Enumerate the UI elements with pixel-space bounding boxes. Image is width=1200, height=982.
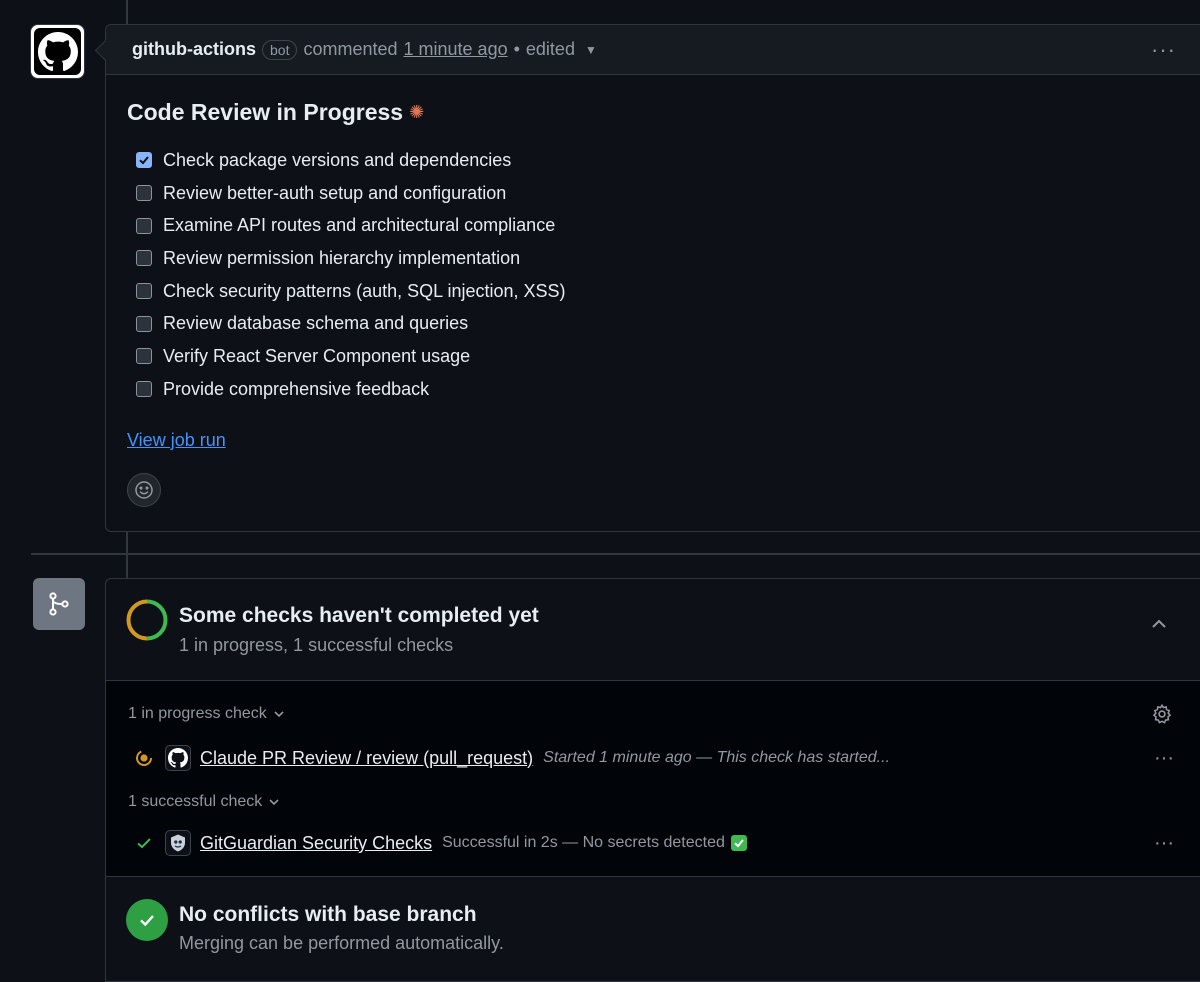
github-app-icon bbox=[165, 745, 191, 771]
merge-status-title: No conflicts with base branch bbox=[179, 903, 477, 926]
task-checkbox[interactable] bbox=[136, 217, 152, 234]
task-label: Review better-auth setup and configurati… bbox=[163, 182, 507, 203]
successful-check-name[interactable]: GitGuardian Security Checks bbox=[200, 833, 432, 854]
chevron-down-icon bbox=[274, 711, 284, 718]
sparkle-icon: ✺ bbox=[409, 102, 425, 122]
comment-options-kebab-icon[interactable]: ··· bbox=[1151, 37, 1176, 63]
successful-check-description: Successful in 2s — No secrets detected bbox=[442, 834, 748, 852]
task-label: Verify React Server Component usage bbox=[163, 345, 471, 366]
checks-subtitle: 1 in progress, 1 successful checks bbox=[179, 635, 454, 655]
in-progress-check-description: Started 1 minute ago — This check has st… bbox=[543, 749, 890, 766]
task-label: Examine API routes and architectural com… bbox=[163, 215, 556, 236]
in-progress-check-kebab-icon[interactable]: ··· bbox=[1154, 747, 1174, 770]
add-reaction-smiley-icon[interactable] bbox=[127, 472, 161, 507]
bot-badge: bot bbox=[262, 39, 298, 60]
gitguardian-app-icon bbox=[165, 830, 191, 856]
task-label: Check package versions and dependencies bbox=[163, 149, 512, 170]
in-progress-check-name[interactable]: Claude PR Review / review (pull_request) bbox=[200, 748, 533, 769]
comment-body: Code Review in Progress ✺ Check package … bbox=[106, 75, 1200, 507]
task-checkbox[interactable] bbox=[136, 250, 152, 267]
timeline-line-bottom bbox=[126, 555, 128, 578]
gear-icon[interactable] bbox=[1151, 703, 1173, 725]
task-checkbox[interactable] bbox=[136, 348, 152, 365]
task-item: Check package versions and dependencies bbox=[136, 144, 1200, 177]
comment-header: github-actions bot commented 1 minute ag… bbox=[106, 25, 1200, 75]
task-item: Verify React Server Component usage bbox=[136, 340, 1200, 373]
success-check-icon bbox=[134, 834, 154, 852]
task-checkbox[interactable] bbox=[136, 381, 152, 398]
task-item: Review better-auth setup and configurati… bbox=[136, 177, 1200, 210]
comment-action: commented bbox=[303, 39, 398, 59]
task-checkbox[interactable] bbox=[136, 152, 152, 169]
merge-status-subtitle: Merging can be performed automatically. bbox=[179, 933, 504, 953]
github-logo-icon bbox=[34, 28, 81, 75]
task-label: Review database schema and queries bbox=[163, 313, 469, 334]
checks-summary: Some checks haven't completed yet 1 in p… bbox=[106, 579, 1200, 681]
in-progress-group-label: 1 in progress check bbox=[128, 705, 267, 722]
comment-title-text: Code Review in Progress bbox=[127, 99, 404, 125]
header-separator: • bbox=[513, 39, 520, 59]
task-item: Review permission hierarchy implementati… bbox=[136, 242, 1200, 275]
task-item: Check security patterns (auth, SQL injec… bbox=[136, 275, 1200, 308]
chevron-down-icon bbox=[269, 799, 279, 806]
checks-status-ring-icon bbox=[126, 599, 168, 641]
task-checkbox[interactable] bbox=[136, 283, 152, 300]
successful-check-description-text: Successful in 2s — No secrets detected bbox=[442, 834, 725, 851]
task-checkbox[interactable] bbox=[136, 315, 152, 332]
checks-list: 1 in progress check Claude PR Review / r… bbox=[106, 681, 1200, 877]
edit-history-chevron-down-icon[interactable]: ▼ bbox=[585, 43, 597, 57]
chevron-up-icon[interactable] bbox=[1150, 615, 1168, 633]
comment-title: Code Review in Progress ✺ bbox=[127, 99, 1200, 126]
white-check-mark-icon bbox=[731, 835, 748, 851]
task-label: Review permission hierarchy implementati… bbox=[163, 247, 521, 268]
no-conflicts-check-icon bbox=[126, 899, 168, 941]
git-branch-icon bbox=[33, 578, 85, 630]
checks-title: Some checks haven't completed yet bbox=[179, 604, 539, 627]
task-label: Check security patterns (auth, SQL injec… bbox=[163, 280, 566, 301]
comment-author[interactable]: github-actions bbox=[132, 39, 256, 60]
timeline-line-top bbox=[126, 0, 128, 24]
merge-checks-panel: Some checks haven't completed yet 1 in p… bbox=[105, 578, 1200, 982]
task-item: Review database schema and queries bbox=[136, 307, 1200, 340]
merge-conflict-status: No conflicts with base branch Merging ca… bbox=[106, 877, 1200, 981]
check-row-in-progress: Claude PR Review / review (pull_request)… bbox=[134, 745, 1174, 771]
task-list: Check package versions and dependencies R… bbox=[127, 144, 1200, 406]
successful-group-toggle[interactable]: 1 successful check bbox=[128, 793, 280, 811]
task-item: Provide comprehensive feedback bbox=[136, 373, 1200, 406]
check-row-successful: GitGuardian Security Checks Successful i… bbox=[134, 830, 1174, 856]
comment-timestamp[interactable]: 1 minute ago bbox=[404, 39, 508, 60]
in-progress-status-icon bbox=[134, 749, 154, 767]
github-actions-avatar[interactable] bbox=[30, 24, 85, 79]
timeline-line-middle bbox=[126, 532, 128, 553]
task-label: Provide comprehensive feedback bbox=[163, 378, 430, 399]
edited-label[interactable]: edited bbox=[526, 39, 575, 60]
successful-check-kebab-icon[interactable]: ··· bbox=[1154, 832, 1174, 855]
view-job-run-link[interactable]: View job run bbox=[127, 430, 226, 451]
task-checkbox[interactable] bbox=[136, 185, 152, 202]
bot-comment: github-actions bot commented 1 minute ag… bbox=[105, 24, 1200, 532]
successful-group-label: 1 successful check bbox=[128, 793, 263, 810]
in-progress-group-toggle[interactable]: 1 in progress check bbox=[128, 705, 285, 723]
task-item: Examine API routes and architectural com… bbox=[136, 209, 1200, 242]
timeline-divider bbox=[31, 553, 1200, 555]
